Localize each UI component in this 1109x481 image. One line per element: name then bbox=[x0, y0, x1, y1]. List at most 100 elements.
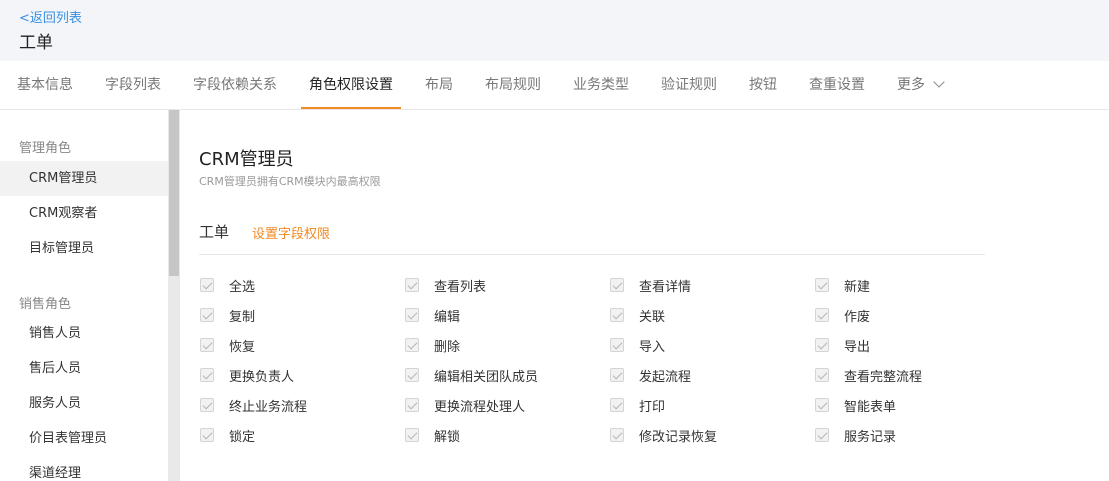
sidebar-item-target-admin[interactable]: 目标管理员 bbox=[0, 231, 168, 266]
permission-checkbox[interactable] bbox=[405, 398, 419, 412]
permission-label: 打印 bbox=[639, 399, 666, 415]
permission-label: 全选 bbox=[229, 279, 256, 295]
permission-label: 智能表单 bbox=[844, 399, 897, 415]
permission-checkbox[interactable] bbox=[815, 368, 829, 382]
tab-validation-rules[interactable]: 验证规则 bbox=[661, 61, 717, 109]
permission-checkbox[interactable] bbox=[405, 338, 419, 352]
permission-item[interactable]: 复制 bbox=[200, 305, 255, 325]
permission-item[interactable]: 删除 bbox=[405, 335, 460, 355]
permission-checkbox[interactable] bbox=[815, 428, 829, 442]
permission-checkbox[interactable] bbox=[200, 398, 214, 412]
permission-item[interactable]: 查看完整流程 bbox=[815, 365, 922, 385]
permission-checkbox[interactable] bbox=[200, 338, 214, 352]
permission-checkbox[interactable] bbox=[200, 278, 214, 292]
permission-label: 导入 bbox=[639, 339, 666, 355]
permission-label: 作废 bbox=[844, 309, 871, 325]
permission-item[interactable]: 关联 bbox=[610, 305, 665, 325]
permission-item[interactable]: 查看详情 bbox=[610, 275, 691, 295]
permission-item[interactable]: 修改记录恢复 bbox=[610, 425, 717, 445]
tab-duplicate-check[interactable]: 查重设置 bbox=[809, 61, 865, 109]
permission-item[interactable]: 全选 bbox=[200, 275, 255, 295]
sidebar-item-service-staff[interactable]: 服务人员 bbox=[0, 386, 168, 421]
permission-label: 新建 bbox=[844, 279, 871, 295]
permission-checkbox[interactable] bbox=[200, 428, 214, 442]
permission-label: 终止业务流程 bbox=[229, 399, 308, 415]
permission-checkbox[interactable] bbox=[610, 398, 624, 412]
tab-buttons[interactable]: 按钮 bbox=[749, 61, 777, 109]
permission-label: 编辑相关团队成员 bbox=[434, 369, 539, 385]
page-title: 工单 bbox=[19, 33, 53, 53]
chevron-down-icon bbox=[933, 76, 945, 88]
permission-checkbox[interactable] bbox=[815, 308, 829, 322]
tab-field-list[interactable]: 字段列表 bbox=[105, 61, 161, 109]
permission-item[interactable]: 智能表单 bbox=[815, 395, 896, 415]
permission-label: 修改记录恢复 bbox=[639, 429, 718, 445]
permission-item[interactable]: 终止业务流程 bbox=[200, 395, 307, 415]
sidebar-item-sales-staff[interactable]: 销售人员 bbox=[0, 316, 168, 351]
permission-checkbox[interactable] bbox=[200, 368, 214, 382]
permission-label: 删除 bbox=[434, 339, 461, 355]
permission-item[interactable]: 编辑 bbox=[405, 305, 460, 325]
tab-layout-rules[interactable]: 布局规则 bbox=[485, 61, 541, 109]
sidebar-item-price-list-admin[interactable]: 价目表管理员 bbox=[0, 421, 168, 456]
permission-checkbox[interactable] bbox=[610, 338, 624, 352]
sidebar-item-channel-manager[interactable]: 渠道经理 bbox=[0, 456, 168, 481]
permission-label: 解锁 bbox=[434, 429, 461, 445]
tab-more[interactable]: 更多 bbox=[897, 61, 945, 109]
permission-item[interactable]: 更换负责人 bbox=[200, 365, 294, 385]
permission-label: 导出 bbox=[844, 339, 871, 355]
permission-checkbox[interactable] bbox=[200, 308, 214, 322]
tab-layout[interactable]: 布局 bbox=[425, 61, 453, 109]
sidebar-item-after-sales-staff[interactable]: 售后人员 bbox=[0, 351, 168, 386]
permission-checkbox[interactable] bbox=[815, 278, 829, 292]
permission-checkbox[interactable] bbox=[610, 368, 624, 382]
tab-role-permissions[interactable]: 角色权限设置 bbox=[309, 61, 393, 109]
permission-item[interactable]: 导出 bbox=[815, 335, 870, 355]
role-description: CRM管理员拥有CRM模块内最高权限 bbox=[199, 175, 381, 188]
permission-checkbox[interactable] bbox=[405, 278, 419, 292]
tab-basic-info[interactable]: 基本信息 bbox=[17, 61, 73, 109]
permission-label: 查看完整流程 bbox=[844, 369, 923, 385]
permission-checkbox[interactable] bbox=[405, 368, 419, 382]
permission-item[interactable]: 恢复 bbox=[200, 335, 255, 355]
permission-checkbox[interactable] bbox=[815, 398, 829, 412]
sidebar-scrollbar-thumb[interactable] bbox=[169, 110, 179, 276]
permission-item[interactable]: 锁定 bbox=[200, 425, 255, 445]
permission-checkbox[interactable] bbox=[610, 278, 624, 292]
permission-label: 查看列表 bbox=[434, 279, 487, 295]
permission-item[interactable]: 新建 bbox=[815, 275, 870, 295]
group-label-admin-roles: 管理角色 bbox=[19, 141, 72, 156]
sidebar-item-crm-observer[interactable]: CRM观察者 bbox=[0, 196, 168, 231]
sidebar-item-crm-admin[interactable]: CRM管理员 bbox=[0, 161, 168, 196]
permission-item[interactable]: 查看列表 bbox=[405, 275, 486, 295]
set-field-permission-link[interactable]: 设置字段权限 bbox=[252, 223, 330, 242]
permission-item[interactable]: 更换流程处理人 bbox=[405, 395, 525, 415]
role-permission-panel: CRM管理员 CRM管理员拥有CRM模块内最高权限 工单 设置字段权限 全选 查看… bbox=[180, 110, 1109, 481]
active-tab-indicator bbox=[301, 107, 401, 109]
permission-item[interactable]: 解锁 bbox=[405, 425, 460, 445]
permission-item[interactable]: 服务记录 bbox=[815, 425, 896, 445]
role-title: CRM管理员 bbox=[199, 149, 294, 170]
permission-label: 更换流程处理人 bbox=[434, 399, 526, 415]
permission-label: 编辑 bbox=[434, 309, 461, 325]
back-to-list-link[interactable]: <返回列表 bbox=[19, 7, 82, 26]
group-label-sales-roles: 销售角色 bbox=[19, 297, 72, 312]
permission-item[interactable]: 打印 bbox=[610, 395, 665, 415]
permission-checkbox[interactable] bbox=[405, 428, 419, 442]
permission-label: 恢复 bbox=[229, 339, 256, 355]
tab-bar: 基本信息 字段列表 字段依赖关系 角色权限设置 布局 布局规则 业务类型 验证规… bbox=[0, 61, 1109, 110]
top-header: <返回列表 工单 bbox=[0, 0, 1109, 61]
permission-checkbox[interactable] bbox=[405, 308, 419, 322]
tab-business-type[interactable]: 业务类型 bbox=[573, 61, 629, 109]
tab-field-dependency[interactable]: 字段依赖关系 bbox=[193, 61, 277, 109]
permission-checkbox[interactable] bbox=[610, 308, 624, 322]
permission-label: 复制 bbox=[229, 309, 256, 325]
permission-checkbox[interactable] bbox=[610, 428, 624, 442]
section-divider bbox=[199, 254, 985, 255]
tab-more-label: 更多 bbox=[897, 77, 925, 93]
permission-item[interactable]: 导入 bbox=[610, 335, 665, 355]
permission-item[interactable]: 编辑相关团队成员 bbox=[405, 365, 538, 385]
permission-checkbox[interactable] bbox=[815, 338, 829, 352]
permission-item[interactable]: 作废 bbox=[815, 305, 870, 325]
permission-item[interactable]: 发起流程 bbox=[610, 365, 691, 385]
